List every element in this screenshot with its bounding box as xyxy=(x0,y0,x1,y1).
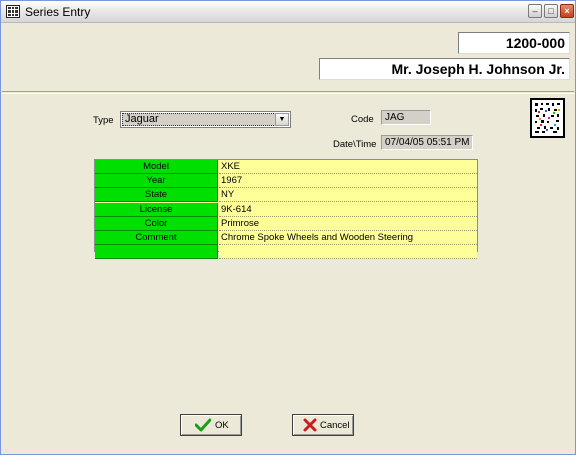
code-label: Code xyxy=(351,114,374,125)
ok-button[interactable]: OK xyxy=(180,414,242,436)
detail-value[interactable] xyxy=(219,245,477,260)
maximize-button[interactable]: □ xyxy=(544,4,558,18)
detail-value[interactable]: 9K-614 xyxy=(219,202,477,217)
type-select-value: Jaguar xyxy=(122,113,276,126)
customer-name-field: Mr. Joseph H. Johnson Jr. xyxy=(319,58,570,80)
detail-label: Color xyxy=(95,216,218,231)
chevron-down-icon[interactable]: ▼ xyxy=(275,113,289,126)
table-row[interactable]: License 9K-614 xyxy=(95,202,477,217)
detail-value[interactable]: NY xyxy=(219,188,477,203)
datetime-label: Date\Time xyxy=(333,139,377,150)
detail-label: Year xyxy=(95,174,218,189)
series-number-field: 1200-000 xyxy=(458,32,570,54)
detail-value[interactable]: Chrome Spoke Wheels and Wooden Steering xyxy=(219,231,477,245)
detail-label xyxy=(95,245,218,260)
detail-value[interactable]: Primrose xyxy=(219,216,477,231)
datetime-field: 07/04/05 05:51 PM xyxy=(381,135,473,150)
table-row[interactable]: Color Primrose xyxy=(95,216,477,231)
table-row[interactable] xyxy=(95,245,477,260)
cancel-x-icon xyxy=(302,418,318,432)
vehicle-details-grid: Model XKE Year 1967 State NY License 9K-614 Colo… xyxy=(94,159,478,260)
cancel-button[interactable]: Cancel xyxy=(292,414,354,436)
type-label: Type xyxy=(93,115,114,126)
close-button[interactable]: × xyxy=(560,4,574,18)
table-row[interactable]: Comment Chrome Spoke Wheels and Wooden St… xyxy=(95,231,477,245)
type-select[interactable]: Jaguar ▼ xyxy=(120,111,291,128)
ok-button-label: OK xyxy=(215,420,229,431)
header-panel: 1200-000 Mr. Joseph H. Johnson Jr. xyxy=(2,24,574,94)
detail-label: State xyxy=(95,188,218,203)
minimize-button[interactable]: – xyxy=(528,4,542,18)
table-row[interactable]: Year 1967 xyxy=(95,174,477,189)
series-entry-window: Series Entry – □ × 1200-000 Mr. Joseph H… xyxy=(0,0,576,455)
app-grid-icon xyxy=(6,5,20,18)
table-row[interactable]: State NY xyxy=(95,188,477,203)
checkmark-icon xyxy=(194,418,212,432)
detail-label: Model xyxy=(95,160,218,174)
barcode-icon xyxy=(530,98,565,138)
window-title: Series Entry xyxy=(25,5,91,19)
detail-label: Comment xyxy=(95,231,218,245)
title-bar[interactable]: Series Entry – □ × xyxy=(1,1,575,23)
detail-label: License xyxy=(95,202,218,217)
code-field: JAG xyxy=(381,110,431,125)
detail-value[interactable]: 1967 xyxy=(219,174,477,189)
table-row[interactable]: Model XKE xyxy=(95,160,477,174)
cancel-button-label: Cancel xyxy=(320,420,350,431)
detail-value[interactable]: XKE xyxy=(219,160,477,174)
